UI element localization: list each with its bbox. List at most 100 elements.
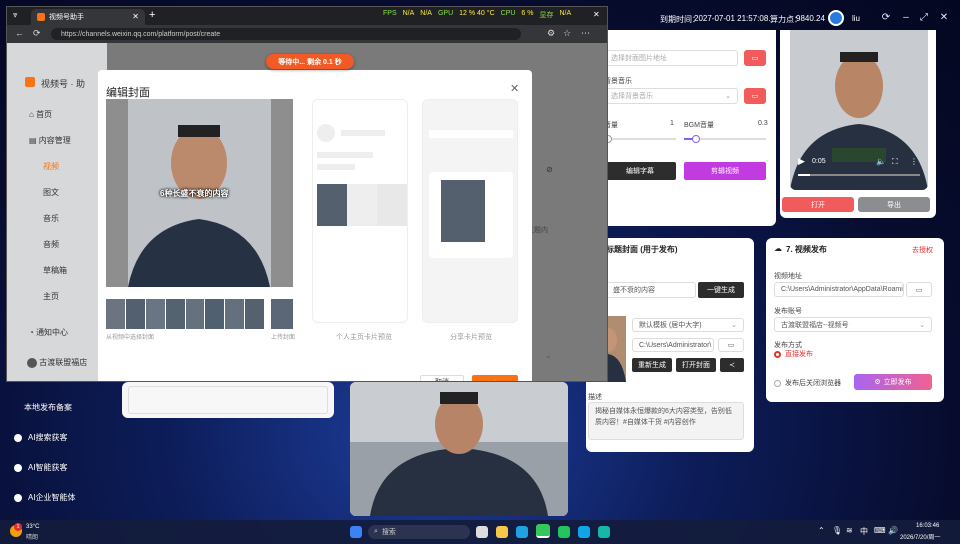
window-close-icon[interactable]: ✕ (593, 10, 600, 19)
folder-button[interactable]: ▭ (744, 50, 766, 66)
edge-beta-icon[interactable] (598, 526, 610, 538)
open-button[interactable]: 打开 (782, 197, 854, 212)
title-cover-panel: 标题封面 (用于发布) 盛不衰的内容 一键生成 默认模板 (居中大字) ⌄ C:\… (586, 238, 754, 452)
sidebar-item-content[interactable]: ▤ 内容管理 (29, 135, 71, 146)
cover-path-input[interactable]: 选择封面图片地址 (604, 50, 738, 66)
close-icon[interactable]: ✕ (938, 12, 950, 23)
video-progress[interactable] (798, 174, 920, 176)
reload-icon[interactable]: ⟳ (33, 28, 41, 39)
chevron-down-icon[interactable]: ⌄ (545, 351, 552, 360)
title-input[interactable]: 盛不衰的内容 (606, 282, 696, 298)
template-select[interactable]: 默认模板 (居中大字) ⌄ (632, 318, 744, 332)
sidebar-account[interactable]: 古渡联盟福店 (27, 357, 87, 368)
nav-label: AI搜索获客 (28, 433, 68, 442)
sidebar-item-drafts[interactable]: 草稿箱 (43, 265, 67, 276)
clock-time[interactable]: 16:03:46 (916, 523, 939, 529)
bgm-slider[interactable] (684, 135, 766, 143)
wechat-icon[interactable] (536, 524, 550, 538)
extension-icon[interactable]: ⚙ (547, 28, 555, 39)
edge-icon[interactable] (516, 526, 528, 538)
description-textarea[interactable]: 揭秘自媒体永恒爆款的6大内容类型，告别低质内容！#自媒体干货 #内容创作 (588, 402, 744, 440)
edit-subtitle-button[interactable]: 编辑字幕 (604, 162, 676, 180)
weather-temp: 33°C (26, 524, 40, 530)
cancel-button[interactable]: 取消 (420, 375, 464, 381)
file-explorer-icon[interactable] (496, 526, 508, 538)
back-icon[interactable]: ← (15, 28, 24, 38)
sidebar-item-homepage[interactable]: 主页 (43, 291, 59, 302)
sidebar-item-music[interactable]: 音乐 (43, 213, 59, 224)
publish-account-select[interactable]: 古渡联盟福店--视频号 ⌄ (774, 317, 932, 332)
upload-cover-thumb[interactable] (271, 299, 293, 329)
frame-strip[interactable] (106, 299, 264, 329)
user-name[interactable]: liu (852, 14, 860, 23)
video-player[interactable]: ▶ 0:05 🔈 ⛶ ⋮ (790, 30, 928, 190)
folder-icon[interactable]: ▭ (718, 338, 744, 352)
share-preview-caption: 分享卡片预览 (450, 334, 492, 341)
app-icon[interactable] (558, 526, 570, 538)
power-icon[interactable] (828, 10, 844, 26)
nav-local-publish[interactable]: 本地发布备案 (24, 402, 72, 413)
nav-ai-search[interactable]: AI搜索获客 (14, 432, 68, 443)
url-input[interactable]: https://channels.weixin.qq.com/platform/… (51, 28, 521, 40)
play-icon[interactable]: ▶ (798, 156, 805, 167)
publish-mode-radio[interactable]: 直接发布 (774, 349, 813, 359)
regenerate-button[interactable]: 重新生成 (632, 358, 672, 372)
settings-panel: 选择封面图片地址 ▭ 背景音乐 选择背景音乐 ⌄ ▭ 音量 1 BGM音量 0.3… (586, 30, 776, 226)
open-cover-button[interactable]: 打开封面 (676, 358, 716, 372)
fullscreen-icon[interactable]: ⛶ (892, 157, 898, 167)
share-icon[interactable]: ≺ (720, 358, 744, 372)
folder-icon[interactable]: ▭ (906, 282, 932, 297)
speaker-icon[interactable]: 🔊 (888, 526, 898, 535)
close-browser-checkbox[interactable]: 发布后关闭浏览器 (774, 378, 841, 388)
maximize-icon[interactable]: ⤢ (918, 12, 930, 23)
more-icon[interactable]: ⋮ (910, 157, 918, 166)
weather-text: 晴朗 (26, 535, 39, 541)
start-icon[interactable] (350, 526, 362, 538)
more-menu-icon[interactable]: ⋯ (581, 28, 590, 39)
video-address-input[interactable]: C:\Users\Administrator\AppData\Roami (774, 282, 904, 297)
sidebar-item-home[interactable]: ⌂ 首页 (29, 109, 52, 120)
publish-now-button[interactable]: ⚙ 立即发布 (854, 374, 932, 390)
cover-path-input[interactable]: C:\Users\Administrator\ (632, 338, 714, 352)
browser-menu-icon[interactable]: ⩔ (13, 10, 18, 20)
browser-app-icon[interactable] (578, 526, 590, 538)
taskbar: 1 33°C 晴朗 ⌕ 搜索 ⌃ 🎙 ≋ 中 ⌨ 🔊 16:03:46 2026/… (0, 520, 960, 544)
taskbar-search[interactable]: ⌕ 搜索 (368, 525, 470, 539)
bg-music-select[interactable]: 选择背景音乐 ⌄ (604, 88, 738, 104)
wifi-icon[interactable]: ≋ (846, 526, 853, 535)
music-folder-button[interactable]: ▭ (744, 88, 766, 104)
volume-slider[interactable] (604, 135, 676, 143)
authorize-link[interactable]: 去授权 (912, 245, 933, 255)
cover-preview[interactable]: 6种长盛不衰的内容 (106, 99, 293, 287)
bookmark-icon[interactable]: ☆ (563, 28, 571, 39)
browser-tab[interactable]: 视频号助手 ✕ (31, 9, 145, 25)
minimize-icon[interactable]: – (900, 12, 912, 23)
clock-date[interactable]: 2026/7/20/周一 (900, 532, 940, 541)
export-button[interactable]: 导出 (858, 197, 930, 212)
ime-indicator[interactable]: 中 (860, 526, 868, 537)
sidebar-item-image-text[interactable]: 图文 (43, 187, 59, 198)
mic-icon[interactable]: 🎙 (832, 526, 842, 535)
loading-spinner-icon: ◌ (492, 377, 498, 382)
power-value: 9840.24 (796, 14, 825, 23)
keyboard-icon[interactable]: ⌨ (874, 526, 886, 535)
address-bar: ← ⟳ https://channels.weixin.qq.com/platf… (7, 25, 607, 43)
confirm-button[interactable]: ◌ (472, 375, 518, 382)
new-tab-icon[interactable]: + (149, 9, 155, 21)
modal-title: 编辑封面 (106, 87, 150, 99)
sidebar-item-notifications[interactable]: ◔ 通知中心 (29, 327, 68, 338)
tab-close-icon[interactable]: ✕ (132, 12, 139, 21)
volume-icon[interactable]: 🔈 (876, 157, 886, 166)
modal-close-icon[interactable]: ✕ (510, 82, 519, 95)
task-view-icon[interactable] (476, 526, 488, 538)
chevron-up-icon[interactable]: ⌃ (818, 526, 825, 535)
cut-video-button[interactable]: 剪辑视频 (684, 162, 766, 180)
profile-preview-caption: 个人主页卡片预览 (336, 334, 392, 341)
nav-ai-smart[interactable]: AI智能获客 (14, 462, 68, 473)
nav-ai-enterprise[interactable]: AI企业智能体 (14, 492, 76, 503)
sidebar-item-audio[interactable]: 音频 (43, 239, 59, 250)
one-click-generate-button[interactable]: 一键生成 (698, 282, 744, 298)
sidebar-item-video[interactable]: 视频 (43, 161, 59, 172)
tab-title: 视频号助手 (49, 14, 84, 21)
refresh-icon[interactable]: ⟳ (880, 12, 892, 23)
